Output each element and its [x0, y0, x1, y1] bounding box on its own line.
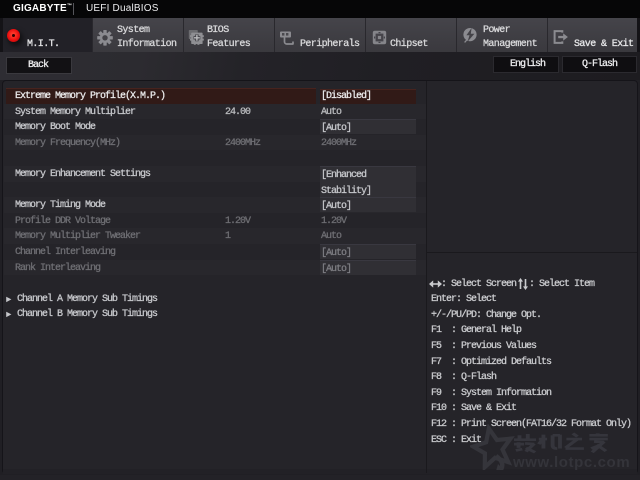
svg-text:www.lotpc.com: www.lotpc.com	[512, 454, 630, 470]
